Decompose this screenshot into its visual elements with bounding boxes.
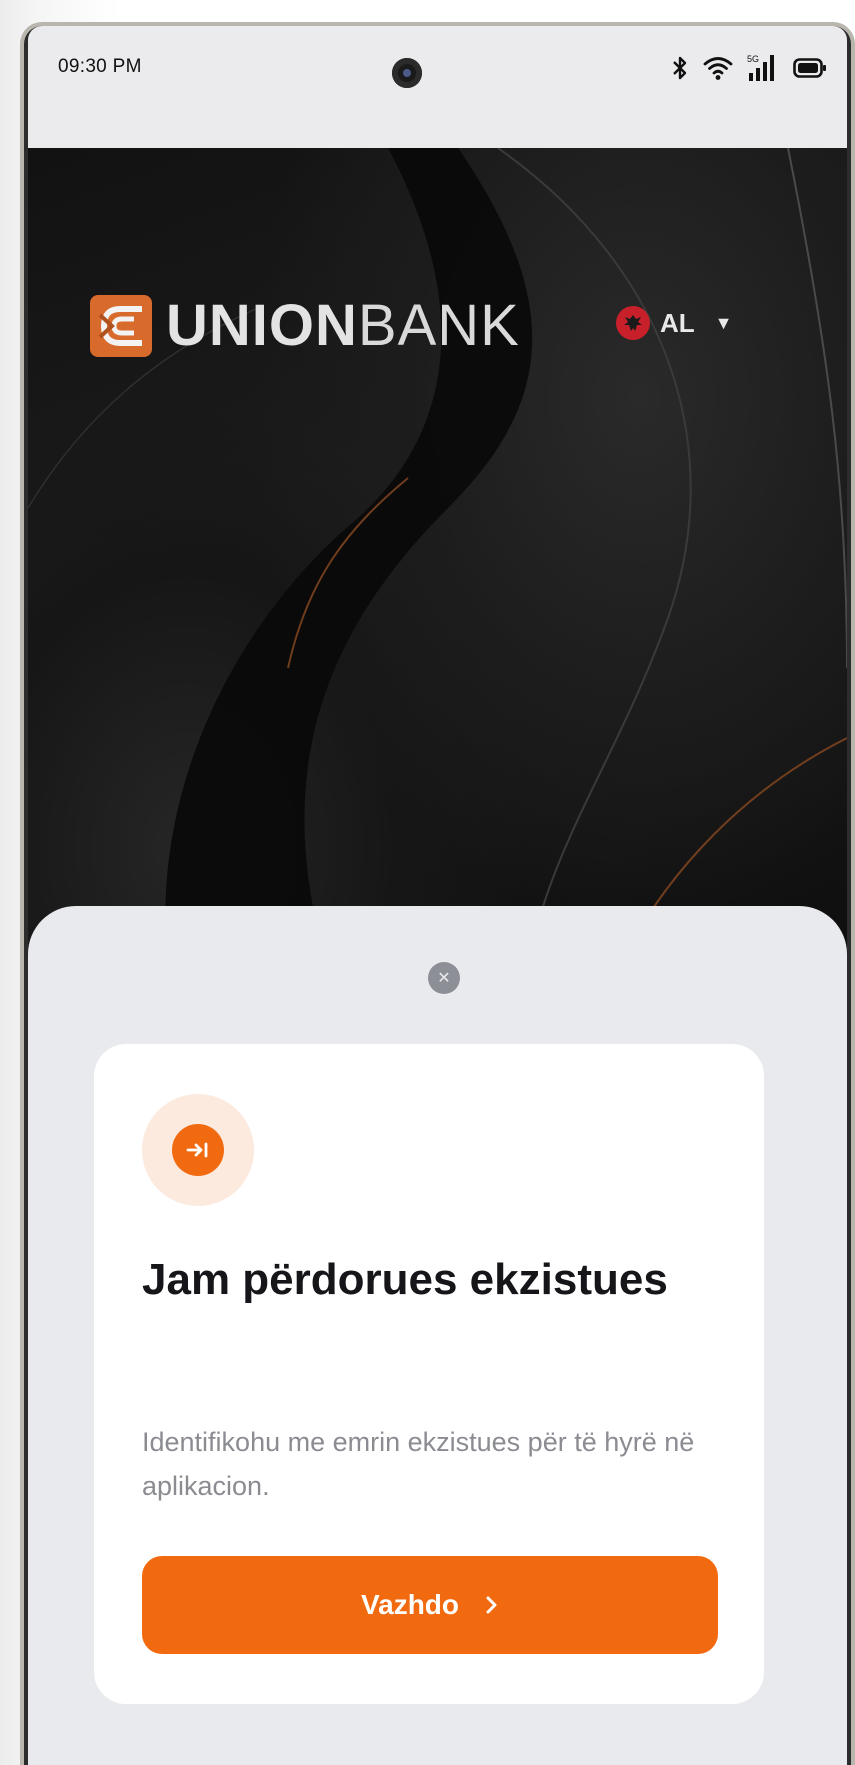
hero-background: UNIONBANK AL ▼ bbox=[28, 148, 847, 968]
brand-name-light: BANK bbox=[357, 293, 520, 358]
bluetooth-icon bbox=[673, 56, 687, 80]
phone-screen: 09:30 PM 5G UNIONBANK AL ▼ ✕ Jam përdoru… bbox=[28, 26, 847, 1765]
albania-flag-icon bbox=[616, 306, 650, 340]
continue-button[interactable]: Vazhdo bbox=[142, 1556, 718, 1654]
network-type-label: 5G bbox=[747, 54, 759, 64]
card-title: Jam përdorues ekzistues bbox=[142, 1255, 668, 1304]
signal-icon: 5G bbox=[747, 54, 774, 81]
language-code: AL bbox=[660, 307, 695, 338]
status-time: 09:30 PM bbox=[58, 56, 142, 77]
wifi-icon bbox=[703, 57, 733, 80]
front-camera bbox=[392, 58, 422, 88]
language-selector[interactable]: AL ▼ bbox=[616, 306, 733, 340]
decorative-swoosh bbox=[28, 148, 847, 968]
status-bar: 09:30 PM 5G bbox=[28, 26, 847, 148]
brand-name-bold: UNION bbox=[166, 293, 358, 358]
login-icon-badge bbox=[142, 1094, 254, 1206]
caret-down-icon: ▼ bbox=[714, 312, 733, 333]
unionbank-logo: UNIONBANK bbox=[90, 295, 520, 357]
battery-icon bbox=[793, 58, 826, 78]
close-icon[interactable]: ✕ bbox=[428, 962, 460, 994]
bottom-sheet: ✕ Jam përdorues ekzistues Identifikohu m… bbox=[28, 906, 847, 1765]
existing-user-card: Jam përdorues ekzistues Identifikohu me … bbox=[94, 1044, 764, 1704]
brand-name: UNIONBANK bbox=[166, 297, 520, 355]
card-description: Identifikohu me emrin ekzistues për të h… bbox=[142, 1427, 695, 1501]
status-icons: 5G bbox=[671, 52, 827, 84]
chevron-right-icon bbox=[486, 1596, 497, 1614]
logo-mark-icon bbox=[90, 295, 152, 357]
login-arrow-icon bbox=[172, 1124, 224, 1176]
continue-button-label: Vazhdo bbox=[360, 1589, 459, 1620]
